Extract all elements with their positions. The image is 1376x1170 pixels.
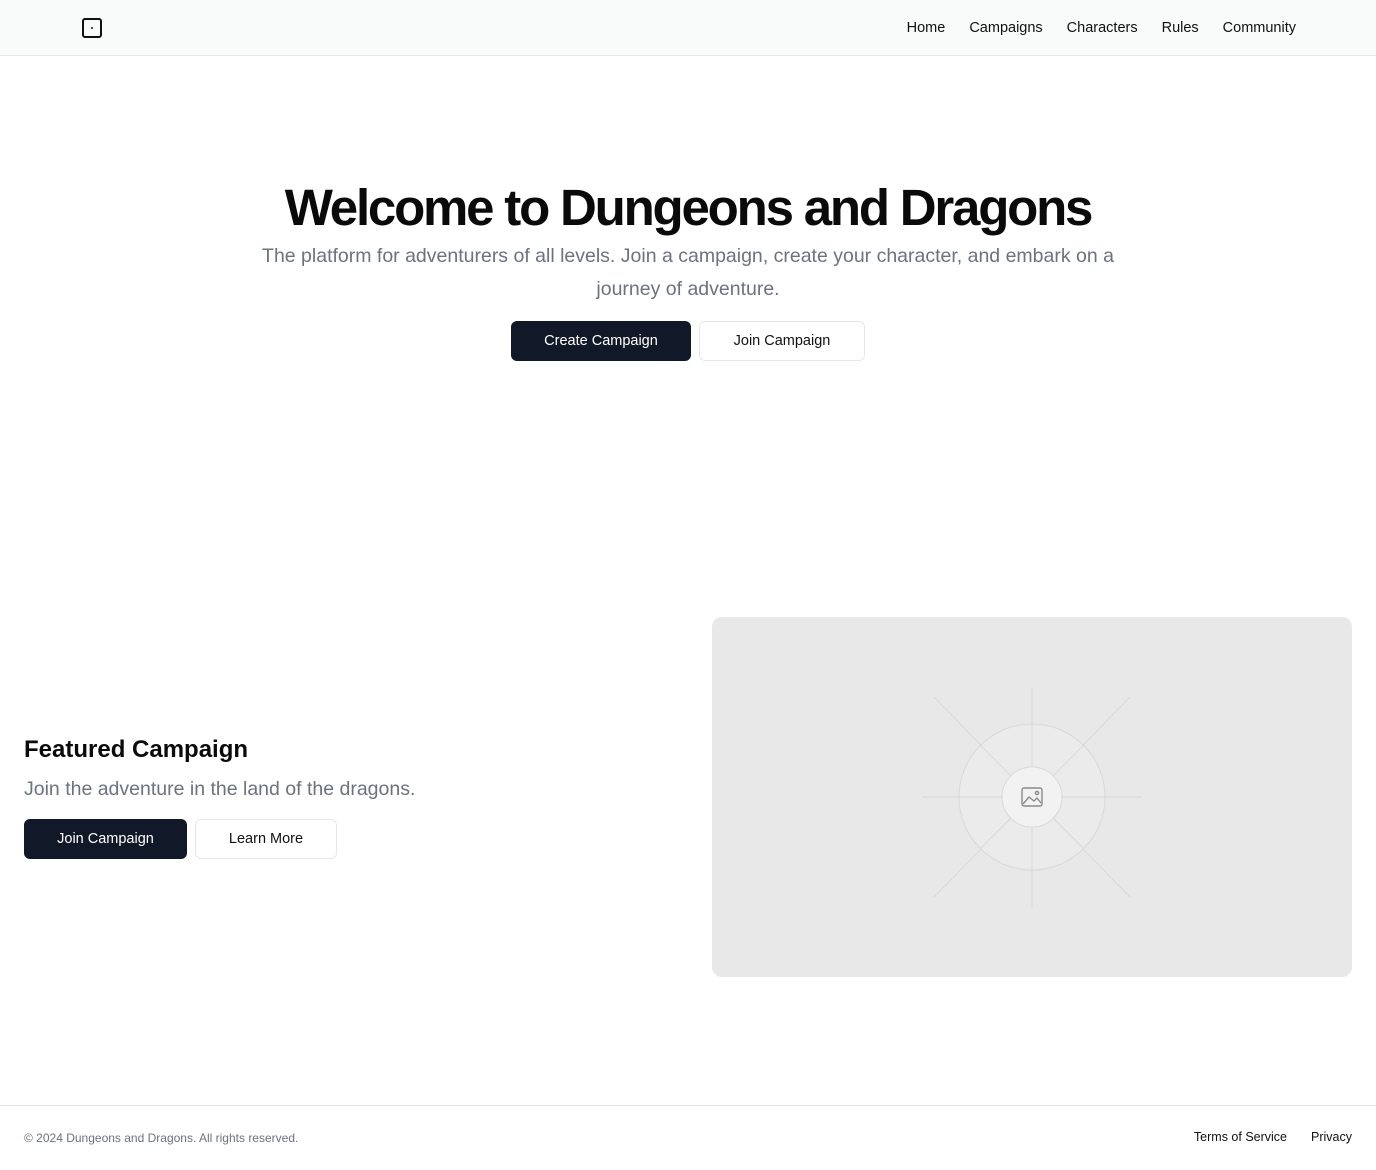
hero-title: Welcome to Dungeons and Dragons [284, 179, 1094, 236]
main-nav: Home Campaigns Characters Rules Communit… [907, 0, 1296, 55]
featured-subtitle: Join the adventure in the land of the dr… [24, 778, 416, 800]
join-campaign-button[interactable]: Join Campaign [699, 321, 865, 361]
copyright-text: © 2024 Dungeons and Dragons. All rights … [24, 1131, 299, 1145]
nav-community-link[interactable]: Community [1223, 20, 1296, 36]
featured-join-campaign-button[interactable]: Join Campaign [24, 819, 187, 859]
site-footer: © 2024 Dungeons and Dragons. All rights … [0, 1105, 1376, 1170]
top-navbar: Home Campaigns Characters Rules Communit… [0, 0, 1376, 56]
hero-subtitle: The platform for adventurers of all leve… [262, 245, 1114, 300]
image-placeholder-icon [922, 687, 1142, 907]
nav-campaigns-link[interactable]: Campaigns [969, 20, 1042, 36]
nav-rules-link[interactable]: Rules [1162, 20, 1199, 36]
create-campaign-button[interactable]: Create Campaign [511, 321, 691, 361]
featured-image-placeholder [712, 617, 1352, 977]
privacy-link[interactable]: Privacy [1311, 1130, 1352, 1144]
footer-links: Terms of Service Privacy [1194, 1130, 1352, 1144]
terms-of-service-link[interactable]: Terms of Service [1194, 1130, 1287, 1144]
learn-more-button[interactable]: Learn More [195, 819, 337, 859]
nav-characters-link[interactable]: Characters [1067, 20, 1138, 36]
featured-title: Featured Campaign [24, 736, 249, 763]
logo-icon[interactable] [82, 18, 102, 38]
nav-home-link[interactable]: Home [907, 20, 946, 36]
